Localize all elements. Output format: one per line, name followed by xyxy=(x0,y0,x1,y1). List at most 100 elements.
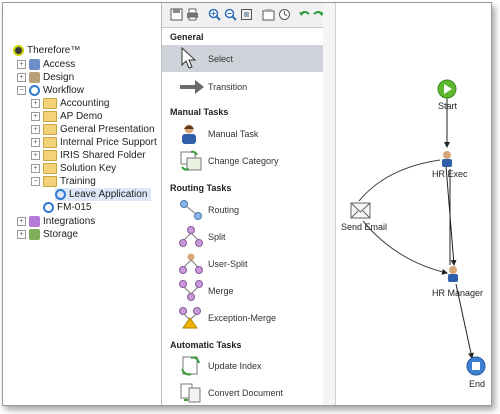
update-index-icon xyxy=(181,356,200,376)
clock-icon[interactable] xyxy=(278,8,291,21)
cursor-icon xyxy=(181,47,197,69)
section-general: General xyxy=(170,32,204,42)
end-label: End xyxy=(469,379,486,389)
print-icon[interactable] xyxy=(186,8,199,21)
hr-exec-label: HR Exec xyxy=(432,169,468,179)
tree-item-internal-price-support[interactable]: + Internal Price Support xyxy=(31,136,157,149)
navigation-tree: Therefore™ + Access + Design − Workflow … xyxy=(3,3,162,405)
save-icon[interactable] xyxy=(170,8,183,21)
access-icon xyxy=(29,59,40,70)
tool-label: Exception-Merge xyxy=(208,313,277,323)
tool-select[interactable]: Select xyxy=(162,45,323,72)
expand-icon[interactable]: + xyxy=(31,99,40,108)
tree-item-iris-shared-folder[interactable]: + IRIS Shared Folder xyxy=(31,149,146,162)
tool-label: Split xyxy=(208,232,226,242)
start-node[interactable] xyxy=(437,79,457,99)
tree-item-label: Internal Price Support xyxy=(60,137,157,148)
tool-manual-task[interactable]: Manual Task xyxy=(162,121,323,147)
tree-item-design[interactable]: + Design xyxy=(17,71,74,84)
tree-item-integrations[interactable]: + Integrations xyxy=(17,215,95,228)
properties-icon[interactable] xyxy=(262,8,275,21)
expand-icon[interactable]: + xyxy=(31,151,40,160)
workflow-process-icon xyxy=(55,189,66,200)
connector-hr-exec-to-send-email[interactable] xyxy=(358,159,441,202)
tool-exception-merge[interactable]: Exception-Merge xyxy=(162,305,323,331)
undo-icon[interactable] xyxy=(298,8,311,21)
hr-exec-node[interactable] xyxy=(442,151,452,167)
zoom-in-icon[interactable] xyxy=(208,8,221,21)
workflow-canvas[interactable]: Start HR Exec Send Email HR Manager End xyxy=(336,3,491,405)
tool-change-category[interactable]: Change Category xyxy=(162,148,323,174)
tool-split[interactable]: Split xyxy=(162,224,323,250)
fit-to-window-icon[interactable] xyxy=(240,8,253,21)
tree-item-fm-015[interactable]: FM-015 xyxy=(43,201,91,214)
tree-item-workflow[interactable]: − Workflow xyxy=(17,84,84,97)
hr-manager-label: HR Manager xyxy=(432,288,484,298)
tree-item-label: Workflow xyxy=(43,85,84,96)
expand-icon[interactable]: + xyxy=(31,138,40,147)
tree-root-label: Therefore™ xyxy=(27,45,81,56)
tree-item-ap-demo[interactable]: + AP Demo xyxy=(31,110,103,123)
toolbox-panel: General Select Transition Manual Tasks M… xyxy=(162,3,324,405)
tool-user-split[interactable]: User-Split xyxy=(162,251,323,277)
expand-icon[interactable]: + xyxy=(17,217,26,226)
section-manual-tasks: Manual Tasks xyxy=(170,107,229,117)
collapse-icon[interactable]: − xyxy=(31,177,40,186)
tool-merge[interactable]: Merge xyxy=(162,278,323,304)
workflow-process-icon xyxy=(43,202,54,213)
tree-item-accounting[interactable]: + Accounting xyxy=(31,97,109,110)
tree-item-label: IRIS Shared Folder xyxy=(60,150,146,161)
tool-label: Routing xyxy=(208,205,240,215)
tool-convert-document[interactable]: Convert Document xyxy=(162,380,323,405)
end-node[interactable] xyxy=(466,356,486,376)
folder-icon xyxy=(43,163,57,174)
start-label: Start xyxy=(438,101,458,111)
tree-item-access[interactable]: + Access xyxy=(17,58,75,71)
folder-icon xyxy=(43,111,57,122)
tree-item-label: Leave Application xyxy=(69,189,148,200)
send-email-node[interactable] xyxy=(350,202,371,219)
tree-item-storage[interactable]: + Storage xyxy=(17,228,78,241)
tree-root[interactable]: Therefore™ xyxy=(13,44,80,57)
integrations-icon xyxy=(29,216,40,227)
user-icon xyxy=(182,124,196,144)
tool-routing[interactable]: Routing xyxy=(162,197,323,223)
designer-toolbar xyxy=(162,3,324,28)
folder-icon xyxy=(43,137,57,148)
design-icon xyxy=(29,72,40,83)
folder-icon xyxy=(43,98,57,109)
hr-manager-node[interactable] xyxy=(448,266,458,282)
expand-icon[interactable]: + xyxy=(17,230,26,239)
collapse-icon[interactable]: − xyxy=(17,86,26,95)
expand-icon[interactable]: + xyxy=(17,60,26,69)
tool-label: Merge xyxy=(208,286,234,296)
expand-icon[interactable]: + xyxy=(17,73,26,82)
storage-icon xyxy=(29,229,40,240)
tree-item-general-presentation[interactable]: + General Presentation xyxy=(31,123,155,136)
tool-label: Convert Document xyxy=(208,388,284,398)
section-routing-tasks: Routing Tasks xyxy=(170,183,232,193)
expand-icon[interactable]: + xyxy=(31,164,40,173)
tool-label: Transition xyxy=(208,82,248,92)
expand-icon[interactable]: + xyxy=(31,125,40,134)
tool-update-index[interactable]: Update Index xyxy=(162,353,323,379)
workflow-diagram xyxy=(350,79,486,376)
tool-label: Manual Task xyxy=(208,129,259,139)
tree-item-label: Integrations xyxy=(43,216,96,227)
tree-item-label: Solution Key xyxy=(60,163,117,174)
tree-item-leave-application[interactable]: Leave Application xyxy=(55,188,152,201)
tool-label: User-Split xyxy=(208,259,248,269)
folder-icon xyxy=(43,176,57,187)
tree-item-solution-key[interactable]: + Solution Key xyxy=(31,162,116,175)
send-email-label: Send Email xyxy=(341,222,388,232)
workflow-designer-window: Therefore™ + Access + Design − Workflow … xyxy=(2,2,492,406)
expand-icon[interactable]: + xyxy=(31,112,40,121)
tree-item-label: Access xyxy=(43,59,76,70)
tree-item-training[interactable]: − Training xyxy=(31,175,96,188)
zoom-out-icon[interactable] xyxy=(224,8,237,21)
stop-icon xyxy=(472,362,480,370)
therefore-logo-icon xyxy=(13,45,24,56)
tree-item-label: Training xyxy=(60,176,96,187)
tool-transition[interactable]: Transition xyxy=(162,74,323,100)
panel-splitter[interactable] xyxy=(323,3,336,405)
